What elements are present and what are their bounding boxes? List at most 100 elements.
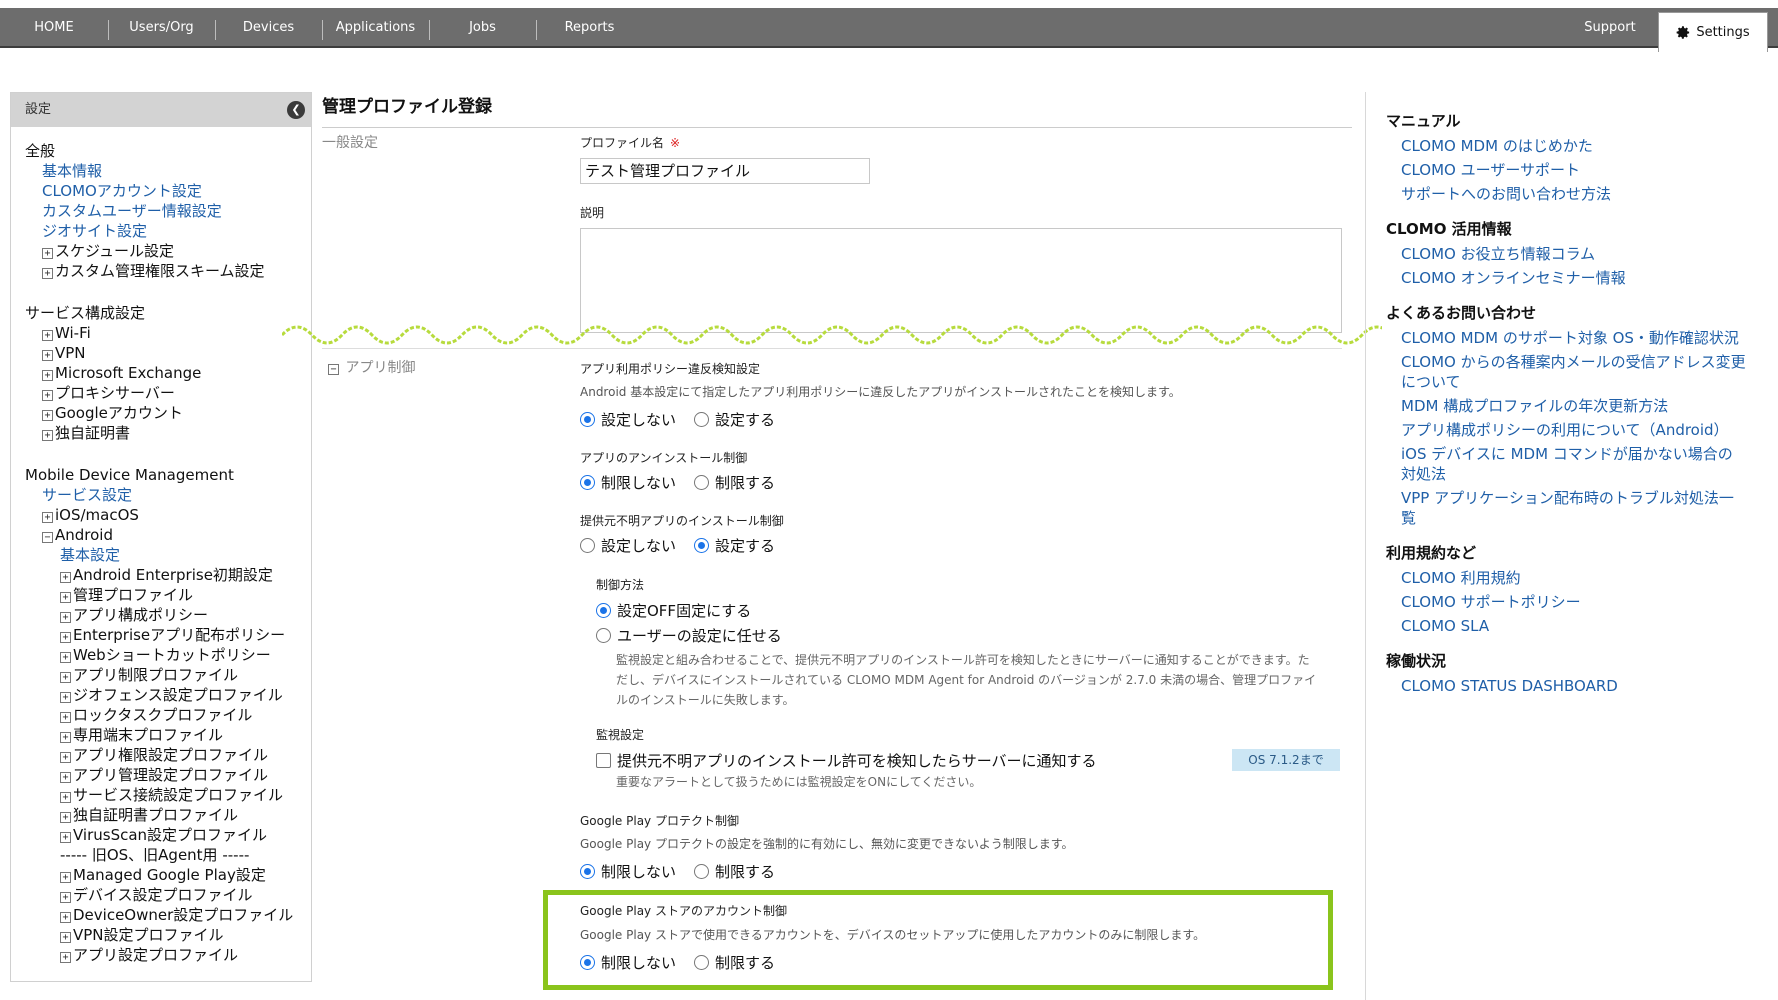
radio-icon[interactable] [694, 864, 710, 879]
profile-name-input[interactable]: テスト管理プロファイル [580, 158, 870, 184]
help-link[interactable]: VPP アプリケーション配布時のトラブル対処法一覧 [1386, 488, 1746, 528]
sidebar-item[interactable]: カスタムユーザー情報設定 [25, 201, 311, 221]
sidebar-item[interactable]: + ロックタスクプロファイル [25, 705, 311, 725]
policy-violation-on[interactable]: 設定する [694, 409, 775, 430]
help-link[interactable]: CLOMO STATUS DASHBOARD [1386, 676, 1746, 696]
checkbox-icon[interactable] [596, 753, 611, 768]
expand-icon[interactable]: + [42, 512, 53, 523]
sidebar-item[interactable]: + プロキシサーバー [25, 383, 311, 403]
sidebar-item[interactable]: + 独自証明書プロファイル [25, 805, 311, 825]
expand-icon[interactable]: + [60, 932, 71, 943]
nav-applications[interactable]: Applications [322, 8, 429, 48]
radio-icon[interactable] [580, 538, 595, 553]
help-link[interactable]: iOS デバイスに MDM コマンドが届かない場合の対処法 [1386, 444, 1746, 484]
expand-icon[interactable]: + [60, 912, 71, 923]
radio-icon[interactable] [694, 475, 710, 490]
sidebar-item[interactable]: + Wi-Fi [25, 323, 311, 343]
expand-icon[interactable]: + [60, 712, 71, 723]
expand-icon[interactable]: + [42, 330, 53, 341]
help-link[interactable]: CLOMO サポートポリシー [1386, 592, 1746, 612]
nav-support[interactable]: Support [1570, 8, 1650, 48]
nav-devices[interactable]: Devices [215, 8, 322, 48]
help-link[interactable]: CLOMO オンラインセミナー情報 [1386, 268, 1746, 288]
sidebar-item[interactable]: + Managed Google Play設定 [25, 865, 311, 885]
sidebar-item[interactable]: + Android Enterprise初期設定 [25, 565, 311, 585]
sidebar-item[interactable]: − Android [25, 525, 311, 545]
sidebar-item[interactable]: + Googleアカウント [25, 403, 311, 423]
control-method-fixed-off[interactable]: 設定OFF固定にする [596, 600, 751, 621]
expand-icon[interactable]: + [60, 632, 71, 643]
sidebar-item[interactable]: + サービス接続設定プロファイル [25, 785, 311, 805]
play-account-restrict[interactable]: 制限する [694, 952, 775, 973]
sidebar-item[interactable]: ジオサイト設定 [25, 221, 311, 241]
sidebar-item[interactable]: + 管理プロファイル [25, 585, 311, 605]
help-link[interactable]: CLOMO からの各種案内メールの受信アドレス変更について [1386, 352, 1746, 392]
radio-selected-icon[interactable] [580, 955, 595, 970]
expand-icon[interactable]: + [60, 612, 71, 623]
nav-settings-tab[interactable]: Settings [1658, 12, 1768, 52]
expand-icon[interactable]: + [60, 752, 71, 763]
sidebar-item[interactable]: + スケジュール設定 [25, 241, 311, 261]
sidebar-item[interactable]: + DeviceOwner設定プロファイル [25, 905, 311, 925]
radio-icon[interactable] [596, 628, 611, 643]
expand-icon[interactable]: + [60, 672, 71, 683]
expand-icon[interactable]: + [42, 410, 53, 421]
expand-icon[interactable]: + [42, 430, 53, 441]
sidebar-item[interactable]: サービス設定 [25, 485, 311, 505]
expand-icon[interactable]: + [60, 692, 71, 703]
uninstall-restrict[interactable]: 制限する [694, 472, 775, 493]
sidebar-item[interactable]: + アプリ設定プロファイル [25, 945, 311, 965]
expand-icon[interactable]: + [42, 268, 53, 279]
expand-icon[interactable]: + [42, 350, 53, 361]
nav-home[interactable]: HOME [0, 8, 108, 48]
radio-icon[interactable] [694, 955, 710, 970]
expand-icon[interactable]: + [42, 248, 53, 259]
expand-icon[interactable]: + [60, 572, 71, 583]
expand-icon[interactable]: + [60, 892, 71, 903]
nav-reports[interactable]: Reports [536, 8, 643, 48]
help-link[interactable]: アプリ構成ポリシーの利用について（Android） [1386, 420, 1746, 440]
sidebar-item[interactable]: + VPN [25, 343, 311, 363]
play-account-no-restrict[interactable]: 制限しない [580, 952, 676, 973]
expand-icon[interactable]: + [60, 652, 71, 663]
monitor-notify-checkbox-row[interactable]: 提供元不明アプリのインストール許可を検知したらサーバーに通知する [596, 750, 1097, 771]
sidebar-item[interactable]: + アプリ管理設定プロファイル [25, 765, 311, 785]
sidebar-item[interactable]: CLOMOアカウント設定 [25, 181, 311, 201]
collapse-sidebar-icon[interactable]: ❮ [287, 101, 305, 119]
help-link[interactable]: CLOMO MDM のはじめかた [1386, 136, 1746, 156]
sidebar-item[interactable]: + VirusScan設定プロファイル [25, 825, 311, 845]
sidebar-item[interactable]: + アプリ制限プロファイル [25, 665, 311, 685]
sidebar-item[interactable]: + ジオフェンス設定プロファイル [25, 685, 311, 705]
radio-selected-icon[interactable] [596, 603, 611, 618]
expand-icon[interactable]: + [42, 370, 53, 381]
expand-icon[interactable]: + [60, 952, 71, 963]
policy-violation-off[interactable]: 設定しない [580, 409, 676, 430]
radio-selected-icon[interactable] [580, 475, 595, 490]
sidebar-item[interactable]: + VPN設定プロファイル [25, 925, 311, 945]
help-link[interactable]: サポートへのお問い合わせ方法 [1386, 184, 1746, 204]
sidebar-item[interactable]: + Enterpriseアプリ配布ポリシー [25, 625, 311, 645]
expand-icon[interactable]: + [60, 732, 71, 743]
sidebar-item[interactable]: 基本情報 [25, 161, 311, 181]
nav-users-org[interactable]: Users/Org [108, 8, 215, 48]
help-link[interactable]: CLOMO お役立ち情報コラム [1386, 244, 1746, 264]
sidebar-item[interactable]: + iOS/macOS [25, 505, 311, 525]
sidebar-item[interactable]: 基本設定 [25, 545, 311, 565]
expand-icon[interactable]: + [60, 832, 71, 843]
app-control-label[interactable]: − アプリ制御 [328, 357, 415, 377]
control-method-user[interactable]: ユーザーの設定に任せる [596, 625, 782, 646]
help-link[interactable]: MDM 構成プロファイルの年次更新方法 [1386, 396, 1746, 416]
radio-selected-icon[interactable] [580, 412, 595, 427]
help-link[interactable]: CLOMO ユーザーサポート [1386, 160, 1746, 180]
uninstall-no-restrict[interactable]: 制限しない [580, 472, 676, 493]
nav-jobs[interactable]: Jobs [429, 8, 536, 48]
expand-icon[interactable]: + [60, 812, 71, 823]
sidebar-item[interactable]: + カスタム管理権限スキーム設定 [25, 261, 311, 281]
expand-icon[interactable]: + [42, 390, 53, 401]
sidebar-item[interactable]: + アプリ構成ポリシー [25, 605, 311, 625]
expand-icon[interactable]: + [60, 872, 71, 883]
play-protect-no-restrict[interactable]: 制限しない [580, 861, 676, 882]
help-link[interactable]: CLOMO SLA [1386, 616, 1746, 636]
radio-selected-icon[interactable] [580, 864, 595, 879]
unknown-install-off[interactable]: 設定しない [580, 535, 676, 556]
